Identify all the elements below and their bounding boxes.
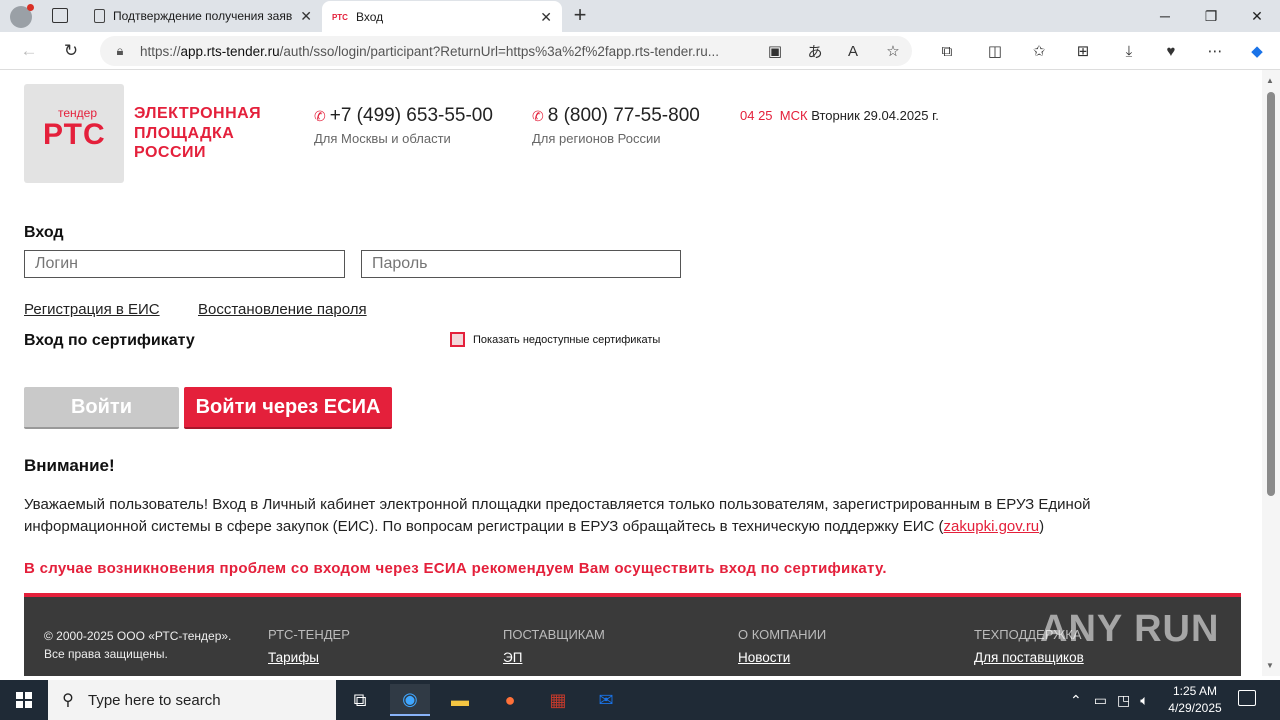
new-tab-button[interactable]: + xyxy=(568,4,592,28)
browser-titlebar: Подтверждение получения заяв ✕ РТС Вход … xyxy=(0,0,1280,33)
footer-col-company: О КОМПАНИИ Новости xyxy=(738,627,827,665)
outlook-icon[interactable]: ✉ xyxy=(586,684,626,716)
tab-login[interactable]: РТС Вход ✕ xyxy=(322,1,562,33)
collections-icon[interactable]: ⊞ xyxy=(1072,40,1094,62)
app-available-icon[interactable]: ▣ xyxy=(764,40,786,62)
search-icon: ⚲ xyxy=(62,692,74,709)
address-toolbar: ← ↻ 🔒︎ https://app.rts-tender.ru/auth/ss… xyxy=(0,32,1280,70)
copilot-icon[interactable]: ◆ xyxy=(1246,40,1268,62)
extensions-icon[interactable]: ⧉ xyxy=(936,40,958,62)
anyrun-watermark: ANY RUN xyxy=(1040,608,1220,650)
esia-warning: В случае возникновения проблем со входом… xyxy=(24,560,887,577)
favorite-star-icon[interactable]: ☆ xyxy=(882,40,904,62)
more-menu-icon[interactable]: ⋯ xyxy=(1204,40,1226,62)
wifi-icon[interactable]: ◳ xyxy=(1117,692,1130,709)
rts-logo[interactable]: тендер РТС xyxy=(24,84,124,183)
document-icon xyxy=(94,9,105,23)
footer-link-for-suppliers[interactable]: Для поставщиков xyxy=(974,650,1084,665)
copyright: © 2000-2025 ООО «РТС-тендер». Все права … xyxy=(44,629,232,661)
task-view-icon[interactable]: ⧉ xyxy=(340,684,380,716)
split-screen-icon[interactable]: ◫ xyxy=(984,40,1006,62)
phone-icon: ✆ xyxy=(314,108,326,124)
close-window-button[interactable]: ✕ xyxy=(1234,0,1280,32)
edge-icon[interactable]: ◉ xyxy=(390,684,430,716)
windows-taskbar: ⚲ Type here to search ⧉ ◉ ▬ ● ▦ ✉ ⌃ ▭ ◳ … xyxy=(0,680,1280,720)
minimize-button[interactable]: ─ xyxy=(1142,0,1188,32)
esia-login-button[interactable]: Войти через ЕСИА xyxy=(184,387,392,429)
read-aloud-icon[interactable]: A xyxy=(842,40,864,62)
phone-icon: ✆ xyxy=(532,108,544,124)
url-field[interactable]: 🔒︎ https://app.rts-tender.ru/auth/sso/lo… xyxy=(100,36,912,66)
tab-actions-icon[interactable] xyxy=(52,8,68,23)
phone-regions: ✆ 8 (800) 77-55-800 Для регионов России xyxy=(532,105,700,146)
firefox-icon[interactable]: ● xyxy=(490,684,530,716)
scrollbar-thumb[interactable] xyxy=(1267,92,1275,496)
tab-confirmation[interactable]: Подтверждение получения заяв ✕ xyxy=(84,0,322,32)
taskbar-search[interactable]: ⚲ Type here to search xyxy=(48,680,336,720)
footer-link-ep[interactable]: ЭП xyxy=(503,650,605,665)
footer-col-suppliers: ПОСТАВЩИКАМ ЭП xyxy=(503,627,605,665)
downloads-icon[interactable]: ⤓ xyxy=(1118,40,1140,62)
favorites-icon[interactable]: ✩ xyxy=(1028,40,1050,62)
datetime: 04 25 МСК Вторник 29.04.2025 г. xyxy=(740,108,939,123)
rts-favicon-icon: РТС xyxy=(332,12,348,22)
close-tab-icon[interactable]: ✕ xyxy=(300,8,312,25)
winrar-icon[interactable]: ▦ xyxy=(538,684,578,716)
page-scrollbar[interactable]: ▲ ▼ xyxy=(1262,70,1280,676)
file-explorer-icon[interactable]: ▬ xyxy=(440,684,480,716)
translate-icon[interactable]: あ xyxy=(804,40,826,62)
notifications-icon[interactable] xyxy=(1238,690,1256,706)
windows-icon xyxy=(16,692,32,708)
footer-col-rts: РТС-ТЕНДЕР Тарифы xyxy=(268,627,350,665)
close-tab-icon[interactable]: ✕ xyxy=(540,9,552,26)
chevron-up-icon[interactable]: ⌃ xyxy=(1070,692,1082,709)
show-unavailable-checkbox[interactable] xyxy=(450,332,465,347)
footer-link-tariffs[interactable]: Тарифы xyxy=(268,650,350,665)
password-input[interactable] xyxy=(361,250,681,278)
refresh-button[interactable]: ↻ xyxy=(56,36,86,66)
show-unavailable-label[interactable]: Показать недоступные сертификаты xyxy=(473,334,660,346)
login-heading: Вход xyxy=(24,224,64,241)
register-link[interactable]: Регистрация в ЕИС xyxy=(24,301,160,318)
clock[interactable]: 1:25 AM 4/29/2025 xyxy=(1160,683,1230,717)
profile-icon[interactable] xyxy=(10,4,34,28)
footer-link-news[interactable]: Новости xyxy=(738,650,826,665)
login-input[interactable] xyxy=(24,250,345,278)
back-button[interactable]: ← xyxy=(14,36,44,66)
notice-text: Уважаемый пользователь! Вход в Личный ка… xyxy=(24,496,1091,535)
restore-password-link[interactable]: Восстановление пароля xyxy=(198,301,367,318)
page-content: тендер РТС ЭЛЕКТРОННАЯ ПЛОЩАДКА РОССИИ ✆… xyxy=(4,70,1262,676)
login-button[interactable]: Войти xyxy=(24,387,179,429)
phone-moscow: ✆ +7 (499) 653-55-00 Для Москвы и области xyxy=(314,105,493,146)
zakupki-link[interactable]: zakupki.gov.ru xyxy=(944,518,1040,535)
logo-title: ЭЛЕКТРОННАЯ ПЛОЩАДКА РОССИИ xyxy=(134,105,262,161)
restore-button[interactable]: ❐ xyxy=(1188,0,1234,32)
network-icon[interactable]: ▭ xyxy=(1094,692,1107,709)
start-button[interactable] xyxy=(0,680,48,720)
volume-icon[interactable]: 🔈︎ xyxy=(1140,692,1148,709)
notice-heading: Внимание! xyxy=(24,456,115,475)
cert-login-heading: Вход по сертификату xyxy=(24,332,195,349)
lock-icon[interactable]: 🔒︎ xyxy=(100,43,140,59)
system-tray: ⌃ ▭ ◳ 🔈︎ xyxy=(1070,680,1149,720)
performance-icon[interactable]: ♥ xyxy=(1160,40,1182,62)
